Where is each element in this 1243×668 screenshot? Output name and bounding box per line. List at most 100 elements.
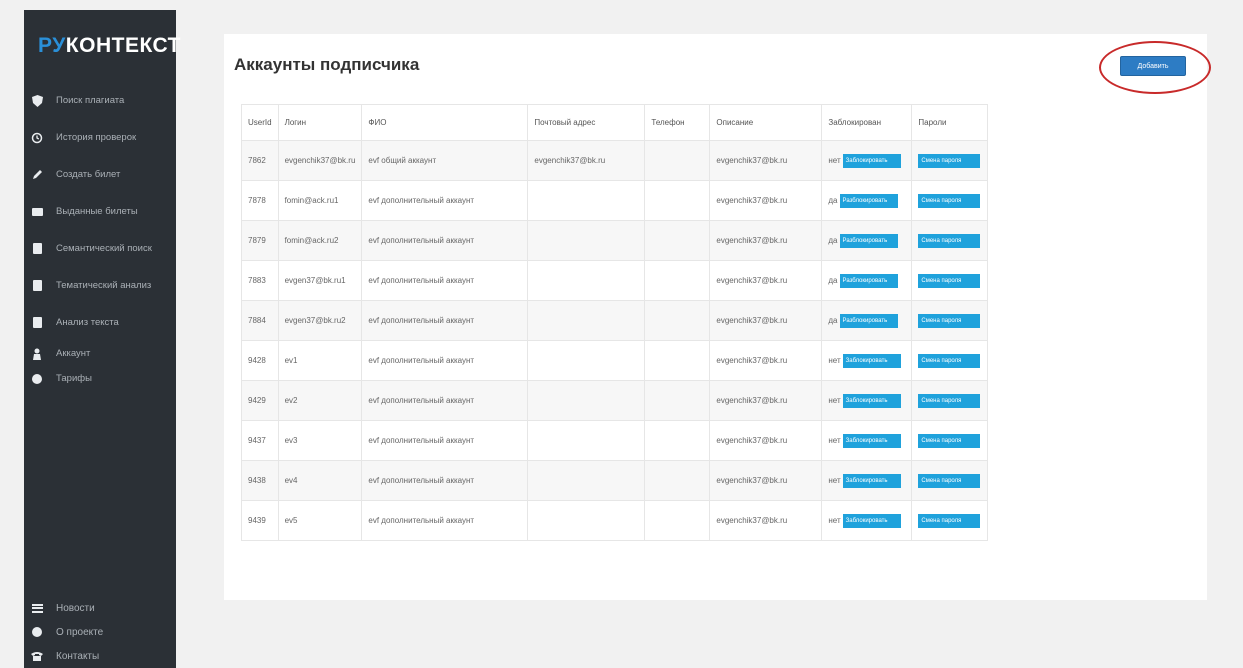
- table-row: 7862 evgenchik37@bk.ru evf общий аккаунт ev…: [241, 140, 989, 181]
- sidebar-item-plagiarism-search[interactable]: Поиск плагиата: [24, 82, 176, 119]
- sidebar-item-account[interactable]: Аккаунт: [24, 341, 176, 366]
- block-button[interactable]: Заблокировать: [842, 513, 901, 528]
- sidebar-item-issued-tickets[interactable]: Выданные билеты: [24, 193, 176, 230]
- cell-fio: evf дополнительный аккаунт: [361, 300, 529, 341]
- cell-email: [527, 260, 646, 301]
- news-icon: [30, 601, 44, 615]
- cell-description: evgenchik37@bk.ru: [709, 260, 823, 301]
- cell-email: [527, 300, 646, 341]
- cell-description: evgenchik37@bk.ru: [709, 380, 823, 421]
- change-password-button[interactable]: Смена пароля: [918, 513, 981, 528]
- cell-email: [527, 180, 646, 221]
- cell-description: evgenchik37@bk.ru: [709, 460, 823, 501]
- block-button[interactable]: Заблокировать: [842, 353, 901, 368]
- cell-blocked: нет Заблокировать: [821, 420, 913, 461]
- change-password-button[interactable]: Смена пароля: [918, 233, 981, 248]
- cell-passwords: Смена пароля: [911, 180, 989, 221]
- cell-passwords: Смена пароля: [911, 140, 989, 181]
- cell-phone: [644, 260, 711, 301]
- cell-passwords: Смена пароля: [911, 460, 989, 501]
- change-password-button[interactable]: Смена пароля: [918, 273, 981, 288]
- block-button[interactable]: Заблокировать: [842, 433, 901, 448]
- table-header-row: UserId Логин ФИО Почтовый адрес Телефон …: [241, 104, 989, 141]
- unblock-button[interactable]: Разблокировать: [839, 313, 898, 328]
- cell-fio: evf дополнительный аккаунт: [361, 180, 529, 221]
- unblock-button[interactable]: Разблокировать: [839, 273, 898, 288]
- sidebar-item-thematic-analysis[interactable]: Тематический анализ: [24, 267, 176, 304]
- sidebar-item-contacts[interactable]: Контакты: [24, 644, 176, 668]
- block-button[interactable]: Заблокировать: [842, 473, 901, 488]
- sidebar-item-label: Тарифы: [56, 373, 92, 384]
- page-title: Аккаунты подписчика: [234, 55, 420, 74]
- brand-logo[interactable]: РУ КОНТЕКСТ: [24, 10, 180, 82]
- cell-fio: evf дополнительный аккаунт: [361, 220, 529, 261]
- sidebar: РУ КОНТЕКСТ Поиск плагиата История провер…: [24, 10, 180, 668]
- change-password-button[interactable]: Смена пароля: [918, 393, 981, 408]
- sidebar-item-label: Контакты: [56, 650, 100, 662]
- cell-fio: evf дополнительный аккаунт: [361, 260, 529, 301]
- sidebar-item-label: Создать билет: [56, 169, 121, 180]
- cell-email: [527, 460, 646, 501]
- cell-userid: 7879: [241, 220, 279, 261]
- sidebar-item-label: Выданные билеты: [56, 206, 138, 217]
- cell-email: [527, 500, 646, 541]
- document-icon: [30, 242, 44, 256]
- block-button[interactable]: Заблокировать: [842, 153, 901, 168]
- cell-description: evgenchik37@bk.ru: [709, 220, 823, 261]
- sidebar-item-tariffs[interactable]: Тарифы: [24, 366, 176, 391]
- unblock-button[interactable]: Разблокировать: [839, 193, 898, 208]
- blocked-status: да: [828, 315, 838, 325]
- add-account-button[interactable]: Добавить: [1120, 56, 1186, 76]
- change-password-button[interactable]: Смена пароля: [918, 473, 981, 488]
- cell-email: [527, 220, 646, 261]
- sidebar-item-semantic-search[interactable]: Семантический поиск: [24, 230, 176, 267]
- cell-blocked: нет Заблокировать: [821, 500, 913, 541]
- sidebar-item-label: Новости: [56, 602, 95, 614]
- change-password-button[interactable]: Смена пароля: [918, 313, 981, 328]
- column-header-userid: UserId: [241, 104, 279, 141]
- change-password-button[interactable]: Смена пароля: [918, 353, 981, 368]
- cell-email: evgenchik37@bk.ru: [527, 140, 646, 181]
- cell-login: ev1: [277, 340, 363, 381]
- cell-passwords: Смена пароля: [911, 420, 989, 461]
- block-button[interactable]: Заблокировать: [842, 393, 901, 408]
- cell-description: evgenchik37@bk.ru: [709, 180, 823, 221]
- sidebar-item-check-history[interactable]: История проверок: [24, 119, 176, 156]
- sidebar-item-about[interactable]: О проекте: [24, 620, 176, 644]
- cell-phone: [644, 340, 711, 381]
- cell-fio: evf дополнительный аккаунт: [361, 380, 529, 421]
- cell-description: evgenchik37@bk.ru: [709, 420, 823, 461]
- cell-description: evgenchik37@bk.ru: [709, 300, 823, 341]
- sidebar-item-create-ticket[interactable]: Создать билет: [24, 156, 176, 193]
- info-icon: [30, 625, 44, 639]
- blocked-status: нет: [828, 395, 841, 405]
- cell-phone: [644, 500, 711, 541]
- column-header-phone: Телефон: [644, 104, 711, 141]
- cell-phone: [644, 420, 711, 461]
- column-header-email: Почтовый адрес: [527, 104, 646, 141]
- table-row: 9428 ev1 evf дополнительный аккаунт evgench…: [241, 340, 989, 381]
- table-row: 7879 fomin@ack.ru2 evf дополнительный акка…: [241, 220, 989, 261]
- column-header-login: Логин: [277, 104, 363, 141]
- blocked-status: нет: [828, 515, 841, 525]
- unblock-button[interactable]: Разблокировать: [839, 233, 898, 248]
- change-password-button[interactable]: Смена пароля: [918, 153, 981, 168]
- cell-passwords: Смена пароля: [911, 500, 989, 541]
- cell-phone: [644, 220, 711, 261]
- cell-blocked: да Разблокировать: [821, 180, 913, 221]
- sidebar-item-news[interactable]: Новости: [24, 596, 176, 620]
- column-header-fio: ФИО: [361, 104, 529, 141]
- cell-userid: 9429: [241, 380, 279, 421]
- document-icon: [30, 316, 44, 330]
- sidebar-item-label: Тематический анализ: [56, 280, 152, 291]
- cell-login: evgen37@bk.ru1: [277, 260, 363, 301]
- folder-icon: [30, 205, 44, 219]
- cell-blocked: да Разблокировать: [821, 260, 913, 301]
- cell-fio: evf дополнительный аккаунт: [361, 460, 529, 501]
- blocked-status: да: [828, 275, 838, 285]
- change-password-button[interactable]: Смена пароля: [918, 193, 981, 208]
- cell-phone: [644, 460, 711, 501]
- column-header-description: Описание: [709, 104, 823, 141]
- change-password-button[interactable]: Смена пароля: [918, 433, 981, 448]
- sidebar-item-text-analysis[interactable]: Анализ текста: [24, 304, 176, 341]
